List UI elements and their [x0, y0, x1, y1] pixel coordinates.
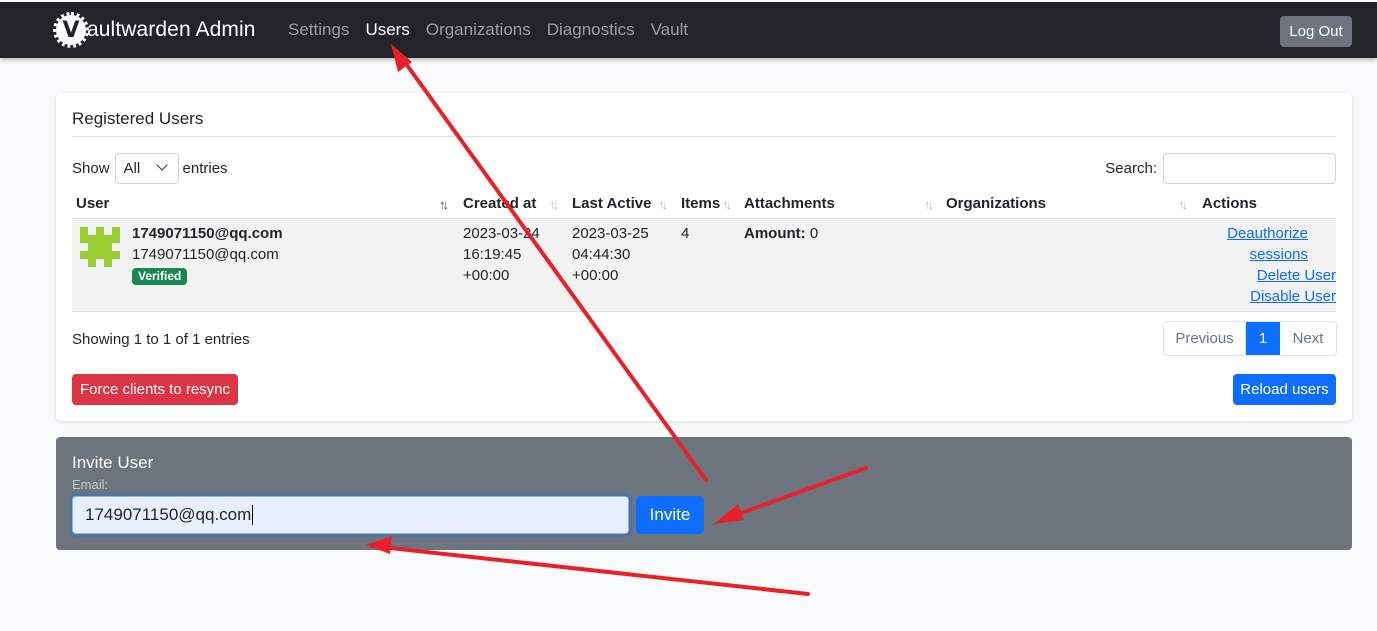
invite-user-panel: Invite User Email: 1749071150@qq.com Inv… [56, 437, 1352, 550]
card-title: Registered Users [72, 109, 204, 128]
nav-users[interactable]: Users [365, 19, 409, 41]
table-header: User ↑↓ Created at ↑↓ Last Active ↑↓ Ite… [72, 191, 1336, 219]
created-at-cell: 2023-03-24 16:19:45 +00:00 [463, 223, 540, 286]
nav-links: Settings Users Organizations Diagnostics… [288, 19, 704, 41]
entries-select-value: All [123, 160, 141, 177]
col-last-active[interactable]: Last Active [572, 195, 651, 212]
text-caret [252, 505, 254, 525]
nav-diagnostics[interactable]: Diagnostics [547, 19, 635, 41]
last-active-date: 2023-03-25 [572, 225, 649, 242]
divider [72, 136, 1336, 137]
col-organizations[interactable]: Organizations [946, 195, 1046, 212]
col-actions: Actions [1202, 195, 1258, 212]
entries-length-control: Show All entries [72, 153, 228, 184]
sort-icon[interactable]: ↑↓ [549, 197, 559, 212]
sort-icon[interactable]: ↑↓ [722, 197, 732, 212]
items-cell: 4 [681, 225, 690, 242]
email-field-value: 1749071150@qq.com [85, 505, 252, 524]
table-search: Search: [1105, 153, 1336, 184]
attachments-value: 0 [809, 225, 819, 242]
last-active-cell: 2023-03-25 04:44:30 +00:00 [572, 223, 649, 286]
entries-select[interactable]: All [114, 153, 179, 184]
col-attachments[interactable]: Attachments [744, 195, 835, 212]
pagination-previous[interactable]: Previous [1164, 322, 1246, 355]
nav-organizations[interactable]: Organizations [426, 19, 531, 41]
verified-badge: Verified [132, 268, 188, 285]
pagination-page-1[interactable]: 1 [1246, 322, 1280, 355]
last-active-time: 04:44:30 [572, 246, 631, 263]
created-tz: +00:00 [463, 267, 510, 284]
col-user[interactable]: User [76, 195, 109, 212]
col-created-at[interactable]: Created at [463, 195, 536, 212]
col-items[interactable]: Items [681, 195, 720, 212]
user-name: 1749071150@qq.com [132, 225, 283, 242]
nav-vault[interactable]: Vault [651, 19, 689, 41]
brand[interactable]: V aultwarden Admin [53, 12, 256, 48]
show-label: Show [72, 160, 110, 177]
sort-icon[interactable]: ↑↓ [658, 197, 668, 212]
reload-users-button[interactable]: Reload users [1233, 374, 1336, 405]
invite-title: Invite User [72, 453, 154, 472]
last-active-tz: +00:00 [572, 267, 619, 284]
table-info: Showing 1 to 1 of 1 entries [72, 331, 250, 348]
sort-icon[interactable]: ↑↓ [924, 197, 934, 212]
created-time: 16:19:45 [463, 246, 522, 263]
delete-user-link[interactable]: Delete User [1257, 267, 1336, 284]
email-label: Email: [72, 477, 109, 492]
sort-icon[interactable]: ↑↓ [1178, 197, 1188, 212]
chevron-down-icon [155, 159, 168, 171]
pagination-next[interactable]: Next [1280, 322, 1336, 355]
sort-icon[interactable]: ↑↓ [439, 197, 449, 212]
deauthorize-sessions-link-line2[interactable]: sessions [1250, 246, 1308, 263]
logout-button[interactable]: Log Out [1280, 16, 1352, 47]
navbar: V aultwarden Admin Settings Users Organi… [0, 2, 1377, 58]
force-resync-button[interactable]: Force clients to resync [72, 374, 238, 405]
actions-cell: Deauthorize sessions Delete User Disable… [1176, 223, 1336, 307]
registered-users-card: Registered Users Show All entries Search… [56, 93, 1352, 421]
invite-button[interactable]: Invite [636, 496, 704, 534]
identicon-avatar [80, 227, 120, 267]
table-row: 1749071150@qq.com 1749071150@qq.com Veri… [72, 219, 1336, 312]
pagination: Previous 1 Next [1163, 321, 1337, 356]
user-email: 1749071150@qq.com [132, 246, 279, 263]
email-field[interactable]: 1749071150@qq.com [72, 496, 629, 534]
brand-title: aultwarden Admin [87, 18, 256, 41]
disable-user-link[interactable]: Disable User [1250, 288, 1336, 305]
deauthorize-sessions-link[interactable]: Deauthorize [1227, 225, 1308, 242]
user-cell: 1749071150@qq.com 1749071150@qq.com Veri… [132, 223, 283, 286]
search-input[interactable] [1163, 153, 1336, 184]
vaultwarden-logo-icon: V [53, 12, 89, 48]
attachments-cell: Amount: 0 [744, 223, 818, 244]
arrow-to-email-field [370, 544, 810, 596]
search-label: Search: [1105, 160, 1157, 177]
attachments-label: Amount: [744, 225, 806, 242]
created-date: 2023-03-24 [463, 225, 540, 242]
nav-settings[interactable]: Settings [288, 19, 349, 41]
entries-label: entries [182, 160, 228, 177]
